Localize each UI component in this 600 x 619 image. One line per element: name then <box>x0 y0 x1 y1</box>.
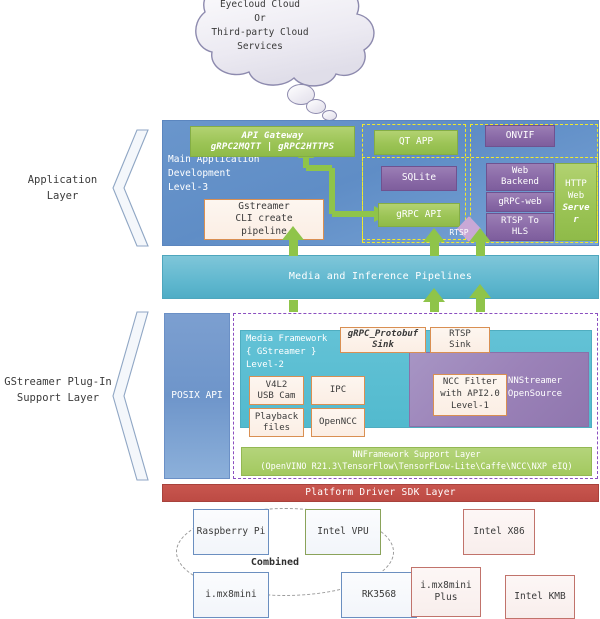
v4l2-usb-cam-box[interactable]: V4L2 USB Cam <box>249 376 304 405</box>
qt-app-box[interactable]: QT APP <box>374 130 458 155</box>
onvif-box[interactable]: ONVIF <box>485 125 555 147</box>
sqlite-box[interactable]: SQLite <box>381 166 457 191</box>
ipc-box[interactable]: IPC <box>311 376 365 405</box>
rtsp-sink-box[interactable]: RTSP Sink <box>430 327 490 353</box>
nnframework-list: (OpenVINO R21.3\TensorFlow\TensorFLow-Li… <box>260 461 573 472</box>
hardware-raspberry-pi[interactable]: Raspberry Pi <box>193 509 269 555</box>
playback-files-box[interactable]: Playback files <box>249 408 304 437</box>
cloud-label: Eyecloud Cloud Or Third-party Cloud Serv… <box>211 0 309 53</box>
web-label: Web <box>567 190 585 201</box>
http-web-server-box[interactable]: HTTP Web Serve r <box>555 163 597 241</box>
hardware-intel-kmb[interactable]: Intel KMB <box>505 575 575 619</box>
grpc-web-box[interactable]: gRPC-web <box>486 192 554 212</box>
media-inference-pipelines-bar: Media and Inference Pipelines <box>162 255 599 299</box>
rtsp-to-hls-box[interactable]: RTSP To HLS <box>486 213 554 241</box>
hardware-intel-vpu[interactable]: Intel VPU <box>305 509 381 555</box>
api-gateway-box[interactable]: API Gateway gRPC2MQTT | gRPC2HTTPS <box>190 126 355 157</box>
platform-driver-sdk-bar: Platform Driver SDK Layer <box>162 484 599 502</box>
nnframework-support-layer-box: NNFramework Support Layer (OpenVINO R21.… <box>241 447 592 476</box>
nnframework-title: NNFramework Support Layer <box>352 449 481 460</box>
hardware-rk3568[interactable]: RK3568 <box>341 572 417 618</box>
rtsp-diamond-label: RTSP <box>449 228 469 238</box>
hardware-imx8mini-plus[interactable]: i.mx8mini Plus <box>411 567 481 617</box>
application-layer-description: Main Application Development Level-3 <box>168 154 260 193</box>
web-backend-box[interactable]: Web Backend <box>486 163 554 191</box>
http-label: HTTP <box>565 178 587 189</box>
server-label-b: r <box>573 215 579 226</box>
server-label-a: Serve <box>562 203 590 213</box>
grpc-api-box[interactable]: gRPC API <box>378 203 460 227</box>
gstreamer-cli-box[interactable]: Gstreamer CLI create pipeline <box>204 199 324 240</box>
side-label-application: Application Layer <box>27 174 98 202</box>
combined-label: Combined <box>250 557 300 568</box>
api-gateway-title: API Gateway <box>241 131 304 142</box>
opennnc-box[interactable]: OpenNCC <box>311 408 365 437</box>
api-gateway-subtitle: gRPC2MQTT | gRPC2HTTPS <box>210 141 335 152</box>
posix-api-box: POSIX API <box>164 313 230 479</box>
hardware-intel-x86[interactable]: Intel X86 <box>463 509 535 555</box>
hardware-imx8mini[interactable]: i.mx8mini <box>193 572 269 618</box>
side-label-gstreamer: GStreamer Plug-In Support Layer <box>4 376 112 404</box>
grpc-protobuf-sink-box[interactable]: gRPC_Protobuf Sink <box>340 327 426 353</box>
ncc-filter-box[interactable]: NCC Filter with API2.0 Level-1 <box>433 374 507 416</box>
